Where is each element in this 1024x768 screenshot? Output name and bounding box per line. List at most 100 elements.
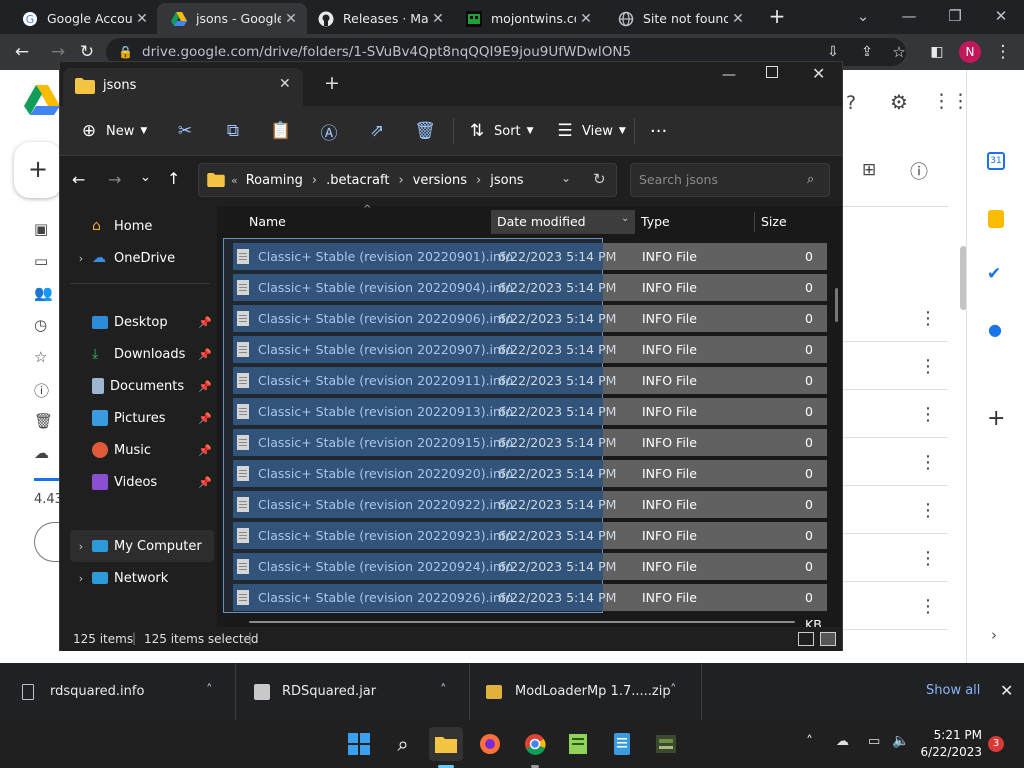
expand-chevron-icon[interactable]: ›: [70, 572, 92, 585]
clock-date[interactable]: 6/22/2023: [918, 745, 982, 759]
expand-chevron-icon[interactable]: ›: [70, 252, 92, 265]
forward-icon[interactable]: →: [47, 41, 69, 63]
calendar-icon[interactable]: 31: [987, 152, 1005, 170]
chevron-up-icon[interactable]: ˄: [440, 683, 447, 698]
more-options-icon[interactable]: ⋮: [919, 308, 937, 329]
clock-time[interactable]: 5:21 PM: [918, 728, 982, 742]
close-downloads-icon[interactable]: ✕: [1000, 681, 1013, 700]
file-row[interactable]: Classic+ Stable (revision 20220922).info…: [233, 491, 827, 539]
search-icon[interactable]: ⌕: [386, 727, 420, 761]
more-options-icon[interactable]: ⋮: [919, 356, 937, 377]
bookmark-star-icon[interactable]: ☆: [888, 41, 910, 63]
nav-item-home[interactable]: ⌂ Home: [70, 210, 214, 242]
restore-icon[interactable]: ❐: [932, 0, 978, 34]
minimize-icon[interactable]: —: [886, 0, 932, 34]
overflow-chevron-icon[interactable]: «: [231, 174, 238, 187]
more-options-icon[interactable]: ⋮: [919, 596, 937, 617]
horizontal-scrollbar[interactable]: [249, 621, 795, 623]
drive-nav-trash-icon[interactable]: 🗑: [34, 412, 53, 430]
file-row[interactable]: Classic+ Stable (revision 20220904).info…: [233, 274, 827, 322]
close-window-icon[interactable]: ✕: [978, 0, 1024, 34]
drive-nav-computers-icon[interactable]: ▣: [34, 220, 48, 238]
breadcrumb-item[interactable]: versions: [413, 173, 467, 188]
maximize-icon[interactable]: [766, 66, 778, 78]
drive-file-row[interactable]: ⋮: [843, 342, 948, 390]
download-item[interactable]: RDSquared.jar ˄: [236, 663, 470, 720]
drive-nav-shared-icon[interactable]: 👥: [34, 284, 53, 302]
column-header-size[interactable]: Size: [761, 206, 787, 238]
volume-icon[interactable]: 🔈: [892, 733, 909, 749]
file-explorer-taskbar-icon[interactable]: [429, 727, 463, 768]
close-tab-icon[interactable]: ✕: [279, 76, 291, 92]
file-row[interactable]: Classic+ Stable (revision 20220906).info…: [233, 305, 827, 353]
help-icon[interactable]: ?: [846, 92, 856, 114]
game-launcher-icon[interactable]: [649, 727, 683, 761]
chevron-up-icon[interactable]: ˄: [206, 683, 213, 698]
drive-nav-devices-icon[interactable]: ▭: [34, 252, 48, 270]
tab-mojontwins[interactable]: mojontwins.com ✕: [452, 3, 602, 34]
more-options-icon[interactable]: ⋮: [919, 500, 937, 521]
more-options-icon[interactable]: ⋮: [919, 452, 937, 473]
file-row[interactable]: Classic+ Stable (revision 20220920).info…: [233, 460, 827, 508]
file-row[interactable]: Classic+ Stable (revision 20220923).info…: [233, 522, 827, 570]
tab-site-not-found[interactable]: Site not found · ✕: [604, 3, 754, 34]
add-addon-icon[interactable]: +: [987, 406, 1005, 431]
close-window-icon[interactable]: ✕: [812, 64, 825, 83]
new-tab-button[interactable]: +: [754, 0, 800, 34]
large-icons-view-icon[interactable]: [820, 632, 836, 646]
nav-item-onedrive[interactable]: › ☁ OneDrive: [70, 242, 214, 274]
drive-file-row[interactable]: ⋮: [843, 486, 948, 534]
reload-icon[interactable]: ↻: [76, 41, 98, 63]
file-row[interactable]: Classic+ Stable (revision 20220915).info…: [233, 429, 827, 477]
install-icon[interactable]: ⇩: [822, 41, 844, 63]
back-icon[interactable]: ←: [72, 170, 85, 189]
close-tab-icon[interactable]: ✕: [728, 11, 748, 27]
breadcrumb-separator-icon[interactable]: ›: [312, 173, 317, 188]
more-options-icon[interactable]: ⋮: [919, 404, 937, 425]
download-item[interactable]: rdsquared.info ˄: [0, 663, 236, 720]
back-icon[interactable]: ←: [11, 41, 33, 63]
recent-chevron-icon[interactable]: ⌄: [140, 170, 151, 185]
address-dropdown-icon[interactable]: ⌄: [561, 171, 571, 185]
chevron-up-icon[interactable]: ˄: [670, 683, 677, 698]
download-item[interactable]: ModLoaderMp 1.7.....zip ˄: [470, 663, 702, 720]
firefox-icon[interactable]: [473, 727, 507, 761]
breadcrumb-item[interactable]: jsons: [490, 173, 523, 188]
network-tray-icon[interactable]: ▭: [868, 734, 880, 749]
nav-item-my-computer[interactable]: › My Computer: [70, 530, 214, 562]
tab-releases[interactable]: Releases · Mant ✕: [304, 3, 454, 34]
address-breadcrumb[interactable]: « Roaming › .betacraft › versions › json…: [198, 163, 617, 197]
nav-item-documents[interactable]: Documents 📌: [70, 370, 214, 402]
drive-file-row[interactable]: ⋮: [843, 390, 948, 438]
cut-button[interactable]: ✂: [174, 118, 196, 144]
notification-badge[interactable]: 3: [988, 736, 1004, 752]
onedrive-tray-icon[interactable]: ☁: [836, 734, 849, 749]
breadcrumb-item[interactable]: .betacraft: [326, 173, 389, 188]
nav-item-music[interactable]: Music 📌: [70, 434, 214, 466]
file-row[interactable]: Classic+ Stable (revision 20220907).info…: [233, 336, 827, 384]
copy-button[interactable]: ⧉: [222, 118, 244, 144]
drive-nav-storage-icon[interactable]: ☁: [34, 444, 49, 462]
file-row[interactable]: Classic+ Stable (revision 20220911).info…: [233, 367, 827, 415]
forward-icon[interactable]: →: [108, 170, 121, 189]
apps-grid-icon[interactable]: ⋮⋮: [932, 90, 970, 112]
nav-item-network[interactable]: › Network: [70, 562, 214, 594]
see-more-icon[interactable]: ···: [650, 118, 667, 144]
nav-item-downloads[interactable]: ⤓ Downloads 📌: [70, 338, 214, 370]
nav-item-videos[interactable]: Videos 📌: [70, 466, 214, 498]
close-tab-icon[interactable]: ✕: [132, 11, 152, 27]
column-header-type[interactable]: Type: [641, 206, 670, 238]
breadcrumb-separator-icon[interactable]: ›: [476, 173, 481, 188]
close-tab-icon[interactable]: ✕: [576, 11, 596, 27]
minimize-icon[interactable]: —: [722, 67, 736, 83]
drive-file-row[interactable]: ⋮: [843, 438, 948, 486]
show-hidden-icons-chevron-icon[interactable]: ˄: [806, 734, 813, 750]
tab-google-account[interactable]: G Google Account ✕: [8, 3, 158, 34]
drive-nav-recent-icon[interactable]: ◷: [34, 316, 47, 334]
tab-search-icon[interactable]: ⌄: [840, 0, 886, 34]
start-windows-icon[interactable]: [342, 727, 376, 761]
expand-panel-icon[interactable]: ›: [991, 626, 997, 644]
file-row[interactable]: Classic+ Stable (revision 20220924).info…: [233, 553, 827, 601]
file-row[interactable]: Classic+ Stable (revision 20220926).info…: [233, 584, 827, 632]
side-panel-icon[interactable]: ◧: [926, 41, 948, 63]
